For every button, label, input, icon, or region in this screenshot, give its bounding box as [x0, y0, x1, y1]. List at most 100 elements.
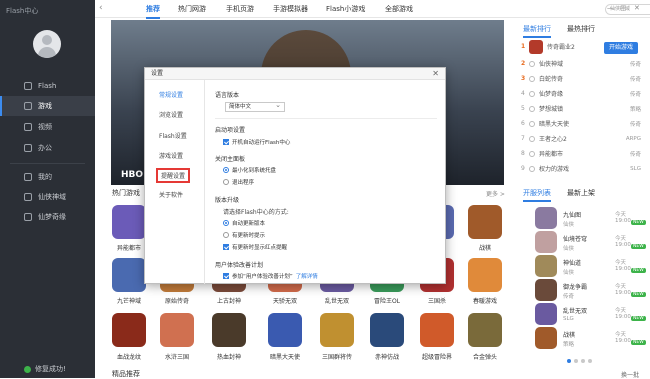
learn-more-link[interactable]: 了解详情 [296, 272, 318, 280]
start-game-button[interactable]: 开始游戏 [604, 42, 638, 54]
update-option-prompt[interactable]: 有更新时提示 [223, 231, 265, 239]
radio-selected[interactable] [223, 167, 229, 173]
sidebar-item-office[interactable]: 办公 [0, 138, 95, 158]
game-tile[interactable] [320, 313, 354, 347]
startup-label: 启动项设置 [215, 127, 246, 134]
game-tile[interactable] [468, 313, 502, 347]
rank-item[interactable]: 7 王者之心2 ARPG [521, 131, 641, 146]
carousel-pager[interactable] [567, 359, 592, 363]
close-icon[interactable]: ✕ [634, 4, 640, 12]
tab-flash-mini[interactable]: Flash小游戏 [326, 4, 365, 14]
game-tile[interactable] [420, 313, 454, 347]
game-tile[interactable] [468, 258, 502, 292]
sidebar-item-mine[interactable]: 我的 [0, 167, 95, 187]
settings-dialog: 设置 ✕ 常规设置 浏览设置 Flash设置 游戏设置 提醒设置 关于软件 语言… [144, 67, 446, 284]
server-item[interactable]: 神仙道 仙侠 今天 19:00 NEW [523, 255, 646, 279]
sidebar-item-recent-1[interactable]: 仙侠神域 [0, 187, 95, 207]
game-tile[interactable] [468, 205, 502, 239]
pager-dot[interactable] [588, 359, 592, 363]
menu-reminder[interactable]: 提醒设置 [156, 168, 191, 183]
game-tile[interactable] [212, 313, 246, 347]
rank-game-type: SLG [630, 165, 641, 172]
rank-game-type: 传奇 [629, 151, 641, 158]
avatar[interactable] [33, 30, 61, 58]
option-label: 有更新时显示红点提醒 [232, 245, 288, 251]
rank-item[interactable]: 5 梦想城镇 策略 [521, 101, 641, 116]
ux-option[interactable]: 参加“用户体验改善计划” 了解详情 [223, 272, 318, 280]
tab-recommend[interactable]: 推荐 [146, 4, 160, 19]
rank-item[interactable]: 2 仙侠神域 传奇 [521, 56, 641, 71]
settings-content: 语言版本 简体中文 启动项设置 开机自动运行Flash中心 关闭主面板 最小化到… [211, 80, 441, 284]
banner-logo: HBO [121, 170, 144, 180]
server-item[interactable]: 御龙争霸 传奇 今天 19:00 NEW [523, 279, 646, 303]
server-game-type: SLG [563, 316, 574, 322]
rank-item[interactable]: 8 异能都市 传奇 [521, 146, 641, 161]
hot-games-title: 热门游戏 [112, 189, 140, 197]
sidebar-item-video[interactable]: 视频 [0, 117, 95, 137]
rank-item[interactable]: 4 仙梦奇缘 传奇 [521, 86, 641, 101]
radio-selected[interactable] [223, 220, 229, 226]
new-badge: NEW [631, 340, 646, 345]
sidebar-item-flash[interactable]: Flash [0, 76, 95, 96]
tab-latest-rank[interactable]: 最新排行 [523, 24, 551, 38]
tab-hot-online[interactable]: 热门网游 [178, 4, 206, 14]
game-tile[interactable] [268, 313, 302, 347]
tab-mobile-web[interactable]: 手机页游 [226, 4, 254, 14]
close-option-tray[interactable]: 最小化到系统托盘 [223, 166, 276, 174]
rank-game-type: 策略 [629, 106, 641, 113]
startup-option[interactable]: 开机自动运行Flash中心 [223, 138, 290, 146]
close-icon[interactable]: ✕ [432, 69, 439, 78]
maximize-icon[interactable]: ▢ [620, 4, 627, 12]
server-item[interactable]: 九仙图 仙侠 今天 19:00 NEW [523, 207, 646, 231]
rank-game-type: 传奇 [629, 76, 641, 83]
rank-number: 5 [521, 105, 525, 112]
new-badge: NEW [631, 268, 646, 273]
rank-game-name: 王者之心2 [539, 136, 567, 143]
sidebar-item-recent-2[interactable]: 仙梦奇缘 [0, 207, 95, 227]
dot-icon [529, 60, 535, 67]
close-option-exit[interactable]: 退出程序 [223, 178, 254, 186]
checkbox-checked[interactable] [223, 273, 229, 279]
pager-dot[interactable] [567, 359, 571, 363]
game-thumb-icon [535, 231, 557, 253]
more-link[interactable]: 更多 > [486, 189, 505, 198]
sidebar-item-label: Flash [38, 82, 57, 90]
checkbox-checked[interactable] [223, 244, 229, 250]
language-select[interactable]: 简体中文 [225, 101, 285, 112]
pager-dot[interactable] [574, 359, 578, 363]
tab-all-games[interactable]: 全部游戏 [385, 4, 413, 14]
game-tile[interactable] [112, 258, 146, 292]
checkbox-checked[interactable] [223, 139, 229, 145]
tab-open-servers[interactable]: 开服列表 [523, 188, 551, 202]
server-item[interactable]: 战棋 策略 今天 19:00 NEW [523, 327, 646, 351]
update-option-auto[interactable]: 自动更新版本 [223, 219, 265, 227]
server-item[interactable]: 仙境苍穹 仙侠 今天 19:00 NEW [523, 231, 646, 255]
back-arrow-icon[interactable]: ‹ [99, 3, 103, 13]
game-tile[interactable] [370, 313, 404, 347]
rank-item[interactable]: 9 权力的游戏 SLG [521, 161, 641, 176]
minimize-icon[interactable]: — [607, 4, 614, 12]
tab-newest[interactable]: 最新上架 [567, 188, 595, 198]
tab-hottest-rank[interactable]: 最热排行 [567, 24, 595, 34]
update-option-reddot[interactable]: 有更新时显示红点提醒 [223, 243, 287, 251]
menu-browse[interactable]: 浏览设置 [159, 110, 183, 119]
menu-about[interactable]: 关于软件 [159, 190, 183, 199]
rank-item[interactable]: 6 暗黑大天使 传奇 [521, 116, 641, 131]
menu-flash[interactable]: Flash设置 [159, 131, 187, 140]
status-text: 修复成功! [35, 365, 66, 373]
rank-item[interactable]: 3 白蛇传奇 传奇 [521, 71, 641, 86]
game-tile[interactable] [160, 313, 194, 347]
rank-number: 4 [521, 90, 525, 97]
dialog-title: 设置 [145, 68, 445, 80]
server-item[interactable]: 乱世无双 SLG 今天 19:00 NEW [523, 303, 646, 327]
sidebar-item-games[interactable]: 游戏 [0, 96, 95, 116]
menu-general[interactable]: 常规设置 [159, 90, 183, 99]
menu-game[interactable]: 游戏设置 [159, 151, 183, 160]
ux-label: 用户体验改善计划 [215, 262, 264, 269]
radio[interactable] [223, 232, 229, 238]
tab-emulator[interactable]: 手游模拟器 [273, 4, 308, 14]
pager-dot[interactable] [581, 359, 585, 363]
game-tile[interactable] [112, 313, 146, 347]
game-tile[interactable] [112, 205, 146, 239]
radio[interactable] [223, 179, 229, 185]
